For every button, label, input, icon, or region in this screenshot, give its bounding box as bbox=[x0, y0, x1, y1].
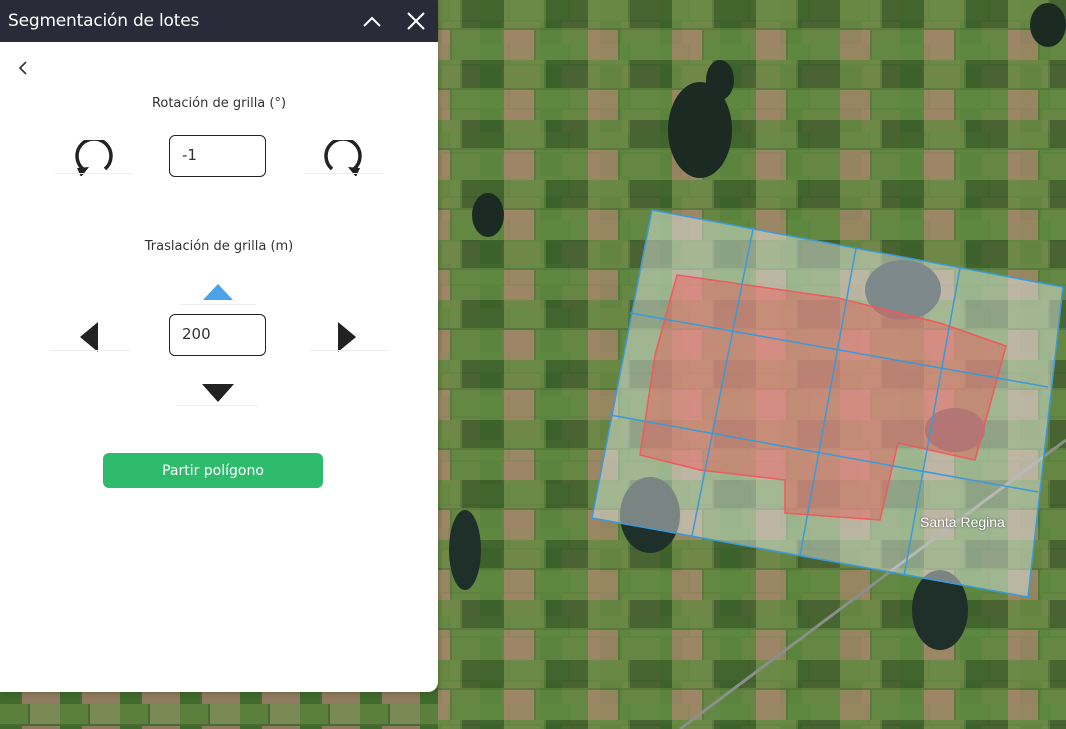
rotate-clockwise-icon[interactable] bbox=[304, 140, 382, 176]
place-label-santa-regina: Santa Regina bbox=[920, 514, 1005, 530]
arrow-right-icon[interactable] bbox=[310, 320, 388, 354]
chevron-left-icon[interactable] bbox=[16, 60, 30, 76]
arrow-down-icon[interactable] bbox=[178, 380, 258, 408]
panel-header: Segmentación de lotes bbox=[0, 0, 438, 42]
rotation-label: Rotación de grilla (°) bbox=[151, 96, 287, 111]
segmentation-panel: Segmentación de lotes Rotación de grilla… bbox=[0, 0, 438, 692]
arrow-left-icon[interactable] bbox=[50, 320, 130, 354]
arrow-up-icon[interactable] bbox=[180, 280, 256, 306]
rotation-input[interactable]: -1 bbox=[169, 135, 266, 177]
translation-input[interactable]: 200 bbox=[169, 314, 266, 356]
translation-label: Traslación de grilla (m) bbox=[144, 239, 294, 254]
chevron-up-icon[interactable] bbox=[361, 10, 383, 32]
panel-title: Segmentación de lotes bbox=[8, 11, 200, 31]
split-polygon-button[interactable]: Partir polígono bbox=[103, 453, 323, 488]
rotate-counterclockwise-icon[interactable] bbox=[55, 140, 133, 176]
close-icon[interactable] bbox=[405, 10, 427, 32]
